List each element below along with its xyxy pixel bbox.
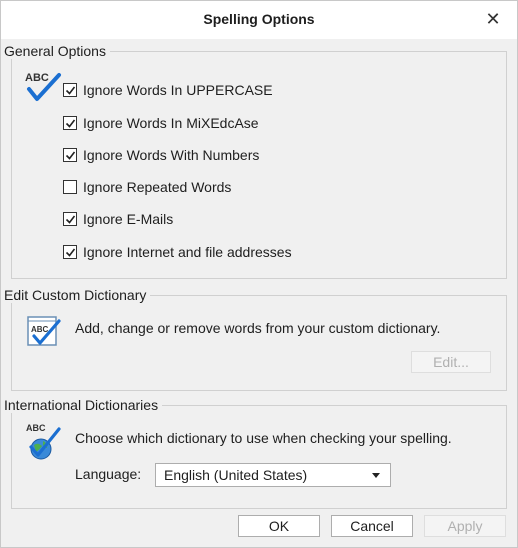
- abc-checkmark-icon: ABC: [23, 69, 63, 103]
- international-dictionaries-legend: International Dictionaries: [4, 397, 163, 413]
- checkbox-ignore-repeated[interactable]: [63, 180, 77, 194]
- option-label: Ignore Words With Numbers: [83, 147, 260, 163]
- svg-text:ABC: ABC: [25, 72, 49, 84]
- custom-dictionary-legend: Edit Custom Dictionary: [4, 287, 151, 303]
- option-label: Ignore E-Mails: [83, 211, 174, 227]
- abc-notebook-icon: ABC: [25, 313, 61, 349]
- option-ignore-internet-addresses[interactable]: Ignore Internet and file addresses: [63, 243, 292, 261]
- cancel-button[interactable]: Cancel: [331, 515, 413, 537]
- language-label: Language:: [75, 466, 142, 482]
- language-select-value: English (United States): [164, 467, 308, 483]
- svg-text:ABC: ABC: [31, 325, 49, 334]
- general-options-legend: General Options: [4, 43, 110, 59]
- custom-dictionary-group: Edit Custom Dictionary: [4, 287, 507, 391]
- option-label: Ignore Words In MiXEdcAse: [83, 115, 259, 131]
- close-icon[interactable]: ✕: [481, 7, 505, 31]
- option-ignore-repeated[interactable]: Ignore Repeated Words: [63, 178, 231, 196]
- svg-text:ABC: ABC: [26, 423, 46, 433]
- option-label: Ignore Internet and file addresses: [83, 244, 292, 260]
- option-label: Ignore Words In UPPERCASE: [83, 82, 273, 98]
- spelling-options-dialog: Spelling Options ✕ General Options ABC I…: [0, 0, 518, 548]
- chevron-down-icon[interactable]: [372, 473, 380, 478]
- international-description: Choose which dictionary to use when chec…: [75, 430, 452, 446]
- option-ignore-uppercase[interactable]: Ignore Words In UPPERCASE: [63, 81, 273, 99]
- checkbox-ignore-mixedcase[interactable]: [63, 116, 77, 130]
- checkbox-ignore-uppercase[interactable]: [63, 83, 77, 97]
- option-ignore-mixedcase[interactable]: Ignore Words In MiXEdcAse: [63, 114, 259, 132]
- option-label: Ignore Repeated Words: [83, 179, 232, 195]
- edit-button[interactable]: Edit...: [411, 351, 491, 373]
- international-dictionaries-group: International Dictionaries: [4, 397, 507, 509]
- title-bar: Spelling Options ✕: [1, 1, 517, 39]
- apply-button[interactable]: Apply: [424, 515, 506, 537]
- abc-globe-icon: ABC: [25, 421, 63, 461]
- ok-button[interactable]: OK: [238, 515, 320, 537]
- checkbox-ignore-internet-addresses[interactable]: [63, 245, 77, 259]
- language-select[interactable]: English (United States): [155, 463, 391, 487]
- checkbox-ignore-numbers[interactable]: [63, 148, 77, 162]
- option-ignore-emails[interactable]: Ignore E-Mails: [63, 210, 173, 228]
- dialog-title: Spelling Options: [203, 11, 315, 27]
- custom-dictionary-description: Add, change or remove words from your cu…: [75, 320, 441, 336]
- checkbox-ignore-emails[interactable]: [63, 212, 77, 226]
- option-ignore-numbers[interactable]: Ignore Words With Numbers: [63, 146, 259, 164]
